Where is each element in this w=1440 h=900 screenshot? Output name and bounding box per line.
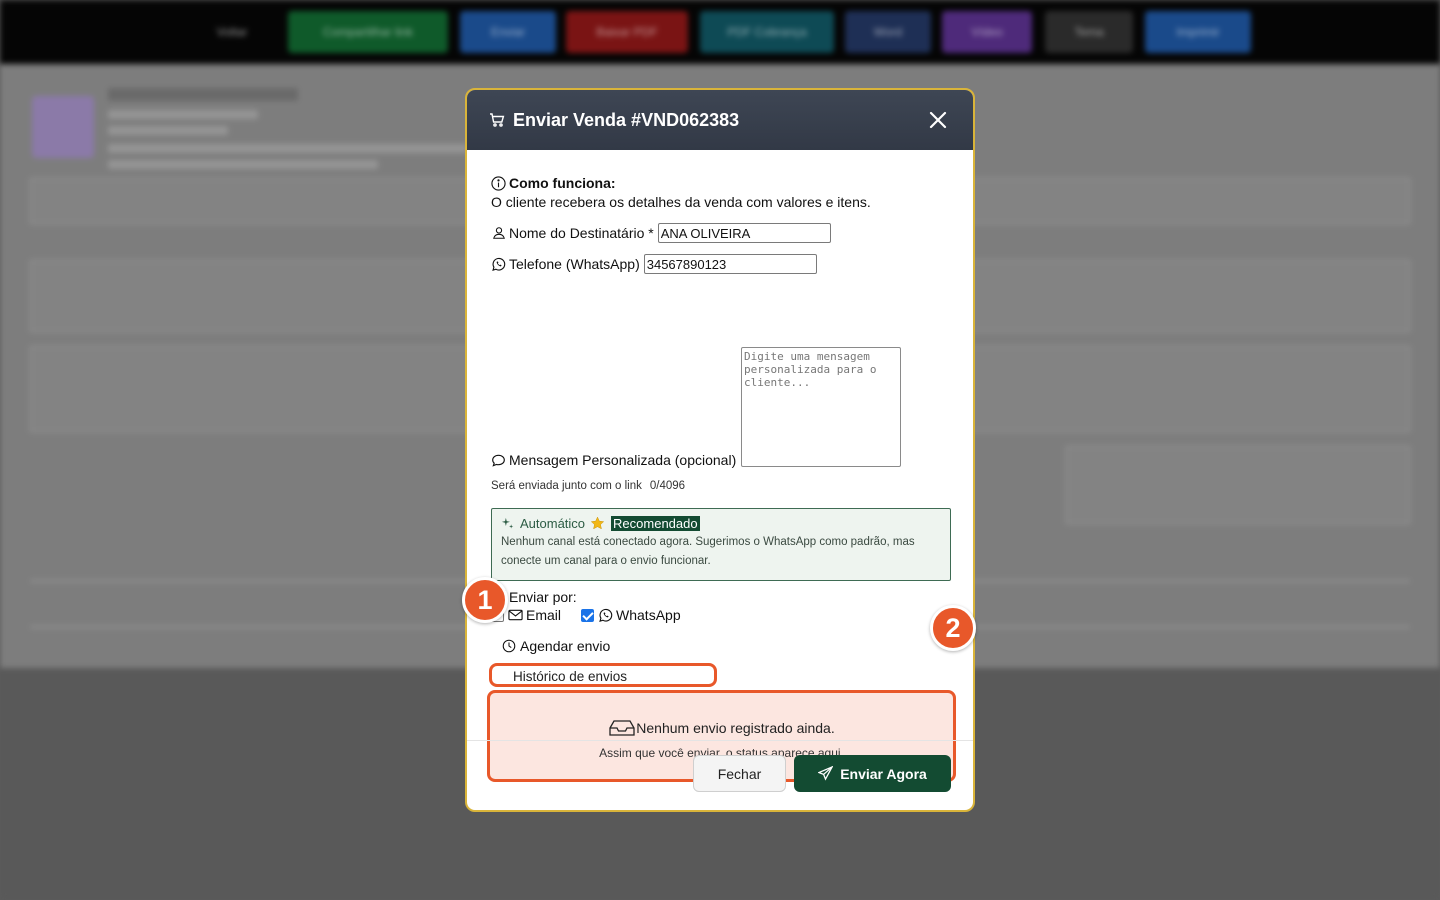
schedule-row[interactable]: Agendar envio	[501, 638, 610, 654]
annotation-marker-1: 1	[462, 577, 508, 623]
whatsapp-icon	[491, 257, 506, 272]
company-line	[108, 160, 378, 169]
phone-label: Telefone (WhatsApp)	[509, 256, 640, 272]
auto-title-row: Automático Recomendado	[501, 516, 941, 531]
message-label-row: Mensagem Personalizada (opcional)	[491, 452, 736, 468]
info-title: Como funciona:	[509, 175, 616, 191]
close-icon[interactable]	[925, 107, 951, 133]
modal-body: Como funciona: O cliente recebera os det…	[467, 150, 973, 782]
send-sale-modal: Enviar Venda #VND062383 Como funciona: O…	[465, 88, 975, 812]
send-now-label: Enviar Agora	[840, 765, 927, 782]
toolbar-button-pdf-billing[interactable]: PDF Cobrança	[700, 11, 834, 53]
empty-title: Nenhum envio registrado ainda.	[636, 720, 835, 736]
auto-label: Automático	[520, 516, 586, 531]
info-text: O cliente recebera os detalhes da venda …	[491, 194, 871, 210]
clock-icon	[501, 639, 516, 654]
info-heading: Como funciona:	[491, 175, 616, 191]
close-button[interactable]: Fechar	[693, 755, 786, 792]
channel-options: Email WhatsApp	[491, 607, 681, 623]
recipient-name-input[interactable]	[657, 223, 831, 243]
modal-header: Enviar Venda #VND062383	[467, 90, 973, 150]
whatsapp-icon	[598, 608, 613, 623]
modal-footer: Fechar Enviar Agora	[467, 740, 973, 810]
toolbar-button-back[interactable]: Voltar	[188, 11, 276, 53]
send-now-button[interactable]: Enviar Agora	[794, 755, 951, 792]
info-icon	[491, 175, 506, 191]
background-totals	[1066, 446, 1410, 524]
toolbar-button-video[interactable]: Vídeo	[942, 11, 1032, 53]
recipient-row: Nome do Destinatário *	[491, 223, 831, 243]
speech-bubble-icon	[491, 453, 506, 468]
company-name-line	[108, 88, 298, 101]
inbox-icon	[608, 719, 636, 737]
annotation-marker-2: 2	[930, 605, 976, 651]
phone-row: Telefone (WhatsApp)	[491, 254, 817, 274]
schedule-label: Agendar envio	[520, 638, 611, 654]
cart-icon	[489, 112, 505, 128]
company-line	[108, 126, 228, 135]
message-hint: Será enviada junto com o link	[491, 480, 642, 492]
paper-plane-icon	[818, 766, 834, 781]
recipient-label: Nome do Destinatário *	[509, 225, 654, 241]
sparkles-icon	[501, 517, 514, 530]
user-icon	[491, 226, 506, 241]
custom-message-textarea[interactable]	[741, 347, 901, 467]
message-hint-row: Será enviada junto com o link 0/4096	[491, 480, 685, 492]
star-icon	[590, 516, 605, 531]
message-label: Mensagem Personalizada (opcional)	[509, 452, 737, 468]
envelope-icon	[508, 608, 523, 623]
whatsapp-option-label[interactable]: WhatsApp	[616, 607, 681, 623]
history-label[interactable]: Histórico de envios	[513, 669, 627, 684]
whatsapp-checkbox[interactable]	[581, 608, 595, 622]
send-via-label: Enviar por:	[509, 589, 577, 605]
empty-title-row: Nenhum envio registrado ainda.	[490, 719, 953, 737]
toolbar-button-pdf[interactable]: Baixar PDF	[566, 11, 688, 53]
company-line	[108, 110, 258, 119]
recommended-badge: Recomendado	[611, 516, 700, 531]
modal-title: Enviar Venda #VND062383	[513, 109, 740, 130]
toolbar-button-word[interactable]: Word	[845, 11, 931, 53]
phone-input[interactable]	[643, 254, 817, 274]
toolbar-button-print[interactable]: Imprimir	[1145, 11, 1251, 53]
toolbar-button-share[interactable]: Compartilhar link	[288, 11, 448, 53]
company-line	[108, 144, 468, 153]
toolbar-button-send[interactable]: Enviar	[460, 11, 556, 53]
toolbar-button-theme[interactable]: Tema	[1045, 11, 1133, 53]
auto-description: Nenhum canal está conectado agora. Suger…	[501, 536, 915, 567]
company-logo	[32, 96, 94, 158]
automatic-channel-box: Automático Recomendado Nenhum canal está…	[491, 508, 951, 581]
char-counter: 0/4096	[649, 480, 686, 492]
email-option-label[interactable]: Email	[526, 607, 561, 623]
background-toolbar: Voltar Compartilhar link Enviar Baixar P…	[0, 0, 1440, 64]
